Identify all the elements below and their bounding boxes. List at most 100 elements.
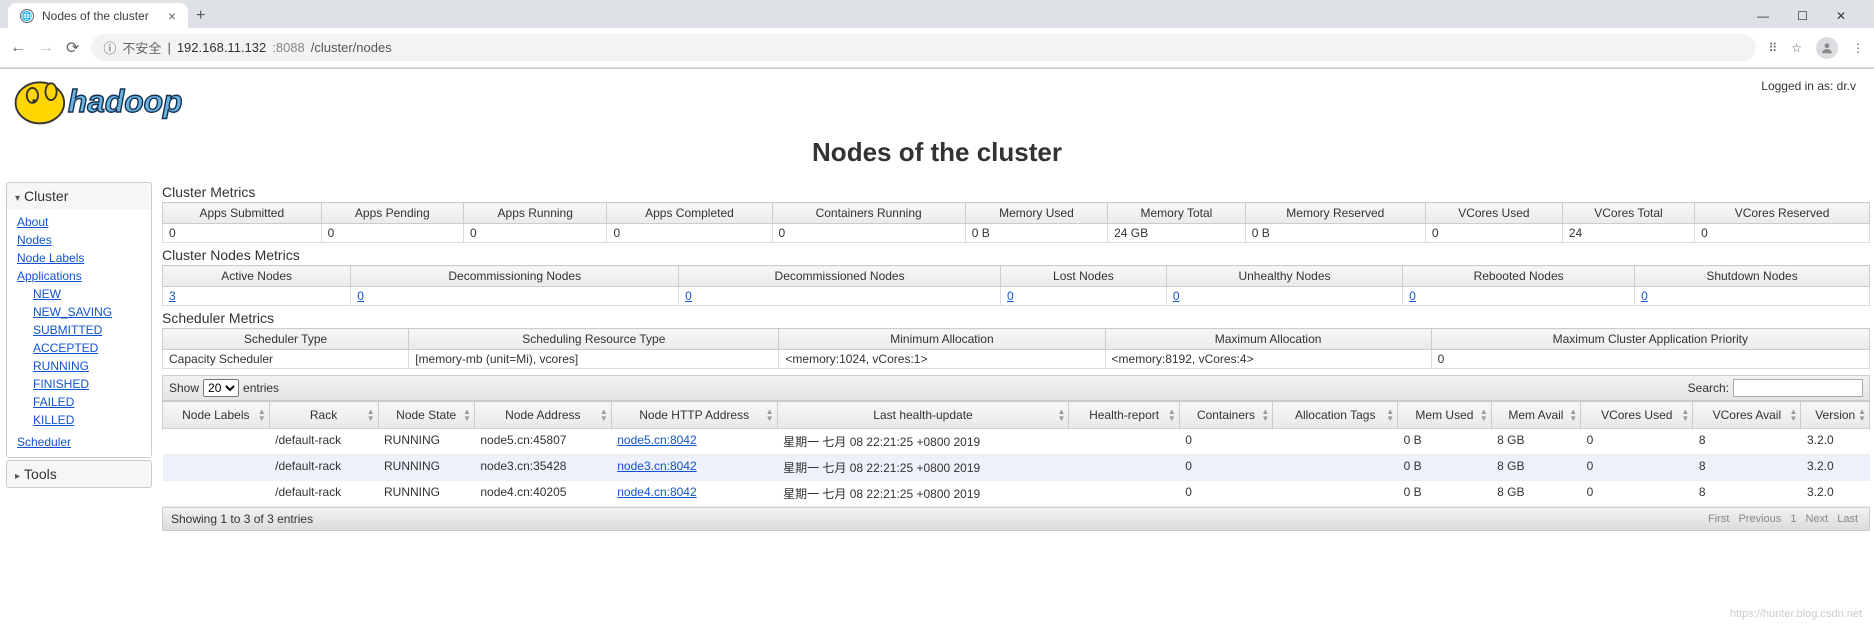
pager-last[interactable]: Last: [1837, 513, 1858, 525]
table-cell-last: 星期一 七月 08 22:21:25 +0800 2019: [777, 455, 1069, 481]
metrics-value: <memory:1024, vCores:1>: [779, 350, 1105, 369]
table-cell-alloc: [1273, 455, 1398, 481]
column-header[interactable]: Containers▲▼: [1179, 402, 1273, 429]
metrics-value: 0: [463, 224, 606, 243]
metrics-header: Unhealthy Nodes: [1166, 266, 1402, 287]
table-cell-rack: /default-rack: [269, 455, 378, 481]
sidebar-section-tools: Tools: [6, 460, 152, 488]
show-label-post: entries: [243, 381, 279, 395]
sidebar-head-cluster[interactable]: Cluster: [7, 183, 151, 209]
column-header[interactable]: Version▲▼: [1801, 402, 1870, 429]
node-http-link[interactable]: node3.cn:8042: [617, 459, 696, 473]
table-cell-rack: /default-rack: [269, 481, 378, 507]
sidebar-link-nodes[interactable]: Nodes: [17, 231, 145, 249]
sort-icon: ▲▼: [766, 408, 774, 422]
metrics-link[interactable]: 0: [1173, 289, 1180, 303]
metrics-link[interactable]: 3: [169, 289, 176, 303]
menu-icon[interactable]: ⋮: [1852, 41, 1864, 55]
metrics-header: VCores Reserved: [1695, 203, 1870, 224]
metrics-link[interactable]: 0: [1409, 289, 1416, 303]
node-http-link[interactable]: node5.cn:8042: [617, 433, 696, 447]
column-header[interactable]: Mem Used▲▼: [1398, 402, 1492, 429]
translate-icon[interactable]: ⠿: [1768, 41, 1777, 55]
metrics-link[interactable]: 0: [1641, 289, 1648, 303]
close-window-button[interactable]: ✕: [1828, 7, 1854, 25]
table-cell-vcused: 0: [1581, 481, 1693, 507]
sidebar-link-applications[interactable]: Applications: [17, 267, 145, 285]
column-header[interactable]: Last health-update▲▼: [777, 402, 1069, 429]
column-header[interactable]: Allocation Tags▲▼: [1273, 402, 1398, 429]
column-header[interactable]: Mem Avail▲▼: [1491, 402, 1581, 429]
column-header[interactable]: Node HTTP Address▲▼: [611, 402, 777, 429]
metrics-value: 0: [1403, 287, 1635, 306]
column-header[interactable]: Node State▲▼: [378, 402, 474, 429]
sidebar-link-new-saving[interactable]: NEW_SAVING: [33, 303, 145, 321]
browser-tab[interactable]: 🌐 Nodes of the cluster ×: [8, 3, 188, 29]
sidebar-link-killed[interactable]: KILLED: [33, 411, 145, 429]
metrics-header: Memory Total: [1108, 203, 1246, 224]
column-header[interactable]: Node Labels▲▼: [163, 402, 270, 429]
url-box[interactable]: ⓘ 不安全 | 192.168.11.132:8088/cluster/node…: [91, 34, 1756, 61]
metrics-link[interactable]: 0: [1007, 289, 1014, 303]
column-header[interactable]: Node Address▲▼: [474, 402, 611, 429]
sidebar-link-submitted[interactable]: SUBMITTED: [33, 321, 145, 339]
sidebar-link-accepted[interactable]: ACCEPTED: [33, 339, 145, 357]
metrics-header: Decommissioning Nodes: [351, 266, 679, 287]
sidebar-link-scheduler[interactable]: Scheduler: [17, 433, 145, 451]
column-header[interactable]: VCores Avail▲▼: [1693, 402, 1801, 429]
metrics-header: Maximum Allocation: [1105, 329, 1431, 350]
forward-button[interactable]: →: [38, 39, 54, 57]
bookmark-icon[interactable]: ☆: [1791, 41, 1802, 55]
pager-page[interactable]: 1: [1790, 513, 1796, 525]
sidebar-link-about[interactable]: About: [17, 213, 145, 231]
reload-button[interactable]: ⟳: [66, 38, 79, 58]
sort-icon: ▲▼: [1168, 408, 1176, 422]
pager-prev[interactable]: Previous: [1738, 513, 1781, 525]
table-cell-memavail: 8 GB: [1491, 429, 1581, 455]
minimize-button[interactable]: —: [1749, 7, 1777, 25]
new-tab-button[interactable]: +: [188, 5, 213, 27]
column-header[interactable]: Rack▲▼: [269, 402, 378, 429]
table-cell-vcused: 0: [1581, 455, 1693, 481]
metrics-value: 0 B: [965, 224, 1107, 243]
sidebar-link-finished[interactable]: FINISHED: [33, 375, 145, 393]
sidebar-head-tools[interactable]: Tools: [7, 461, 151, 487]
page-body: Cluster About Nodes Node Labels Applicat…: [0, 180, 1874, 531]
sidebar-link-running[interactable]: RUNNING: [33, 357, 145, 375]
profile-avatar-icon[interactable]: [1816, 37, 1838, 59]
sidebar-link-node-labels[interactable]: Node Labels: [17, 249, 145, 267]
table-cell-alloc: [1273, 481, 1398, 507]
metrics-header: VCores Total: [1562, 203, 1694, 224]
maximize-button[interactable]: ☐: [1789, 7, 1816, 25]
metrics-link[interactable]: 0: [685, 289, 692, 303]
metrics-header: VCores Used: [1425, 203, 1562, 224]
back-button[interactable]: ←: [10, 39, 26, 57]
metrics-value: 24: [1562, 224, 1694, 243]
table-cell-vcavail: 8: [1693, 429, 1801, 455]
datatable-toolbar: Show 20 entries Search:: [162, 375, 1870, 401]
search-input[interactable]: [1733, 379, 1863, 397]
scheduler-metrics-table: Scheduler TypeScheduling Resource TypeMi…: [162, 328, 1870, 369]
table-cell-containers: 0: [1179, 455, 1273, 481]
sidebar-link-new[interactable]: NEW: [33, 285, 145, 303]
metrics-value: Capacity Scheduler: [163, 350, 409, 369]
close-icon[interactable]: ×: [168, 8, 176, 24]
pager-first[interactable]: First: [1708, 513, 1729, 525]
window-controls: — ☐ ✕: [1749, 7, 1866, 25]
table-cell-memavail: 8 GB: [1491, 455, 1581, 481]
login-info: Logged in as: dr.v: [1761, 73, 1864, 93]
node-http-link[interactable]: node4.cn:8042: [617, 485, 696, 499]
column-header[interactable]: Health-report▲▼: [1069, 402, 1179, 429]
metrics-header: Apps Submitted: [163, 203, 322, 224]
section-title-cluster-nodes-metrics: Cluster Nodes Metrics: [162, 247, 1870, 263]
page-length-select[interactable]: 20: [203, 379, 239, 397]
metrics-header: Active Nodes: [163, 266, 351, 287]
pager-next[interactable]: Next: [1806, 513, 1829, 525]
table-cell-last: 星期一 七月 08 22:21:25 +0800 2019: [777, 481, 1069, 507]
sidebar-link-failed[interactable]: FAILED: [33, 393, 145, 411]
metrics-link[interactable]: 0: [357, 289, 364, 303]
table-cell-memused: 0 B: [1398, 455, 1492, 481]
table-cell-vcused: 0: [1581, 429, 1693, 455]
column-header[interactable]: VCores Used▲▼: [1581, 402, 1693, 429]
sort-icon: ▲▼: [1058, 408, 1066, 422]
